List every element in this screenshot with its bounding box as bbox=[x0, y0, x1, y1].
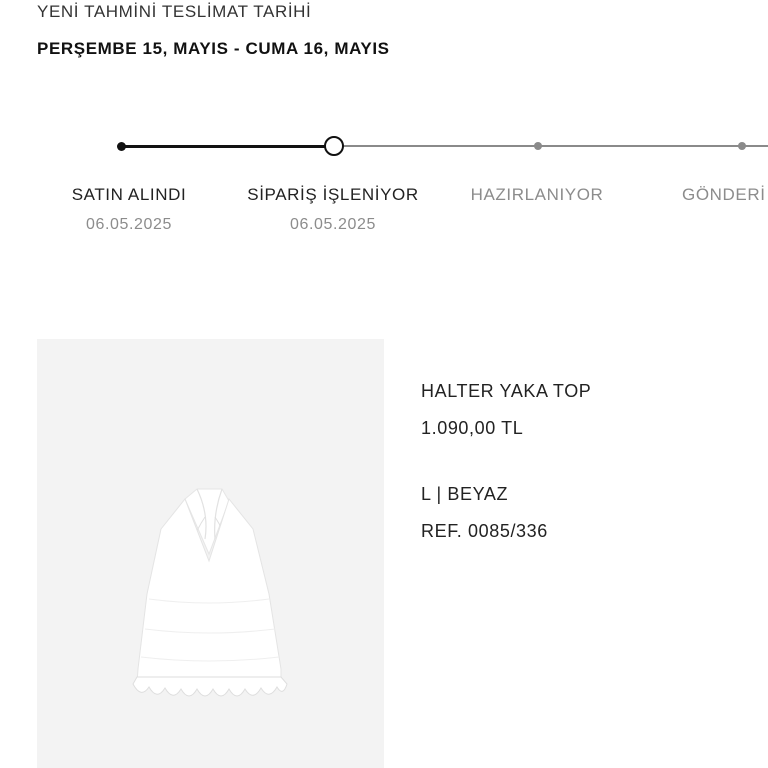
order-detail-page: YENİ TAHMİNİ TESLİMAT TARİHİ PERŞEMBE 15… bbox=[0, 0, 768, 768]
step-dot-preparing bbox=[534, 142, 542, 150]
product-name[interactable]: HALTER YAKA TOP bbox=[421, 381, 591, 402]
product-info: HALTER YAKA TOP 1.090,00 TL L | BEYAZ RE… bbox=[421, 381, 591, 542]
step-label: SATIN ALINDI bbox=[71, 185, 187, 204]
step-label: GÖNDERİ bbox=[682, 185, 766, 204]
halter-top-illustration bbox=[132, 488, 288, 697]
product-variant: L | BEYAZ bbox=[421, 484, 509, 504]
step-purchased: SATIN ALINDI 06.05.2025 bbox=[72, 185, 187, 234]
progress-line-pending bbox=[334, 145, 768, 147]
progress-line-completed bbox=[121, 145, 334, 148]
step-dot-shipping bbox=[738, 142, 746, 150]
delivery-estimate-range: PERŞEMBE 15, MAYIS - CUMA 16, MAYIS bbox=[37, 39, 390, 58]
step-dot-purchased bbox=[117, 142, 126, 151]
step-label: SİPARİŞ İŞLENİYOR bbox=[247, 185, 419, 204]
product-image[interactable] bbox=[37, 339, 384, 768]
step-dot-processing bbox=[324, 136, 344, 156]
product-reference: REF. 0085/336 bbox=[421, 521, 548, 541]
step-date: 06.05.2025 bbox=[289, 216, 377, 233]
product-price: 1.090,00 TL bbox=[421, 418, 524, 438]
step-preparing: HAZIRLANIYOR bbox=[471, 185, 604, 205]
order-progress-tracker: SATIN ALINDI 06.05.2025 SİPARİŞ İŞLENİYO… bbox=[0, 120, 768, 250]
delivery-estimate-label: YENİ TAHMİNİ TESLİMAT TARİHİ bbox=[37, 2, 312, 21]
step-date: 06.05.2025 bbox=[85, 216, 173, 233]
step-shipping: GÖNDERİ bbox=[682, 185, 766, 205]
step-processing: SİPARİŞ İŞLENİYOR 06.05.2025 bbox=[247, 185, 418, 234]
step-label: HAZIRLANIYOR bbox=[470, 185, 604, 204]
